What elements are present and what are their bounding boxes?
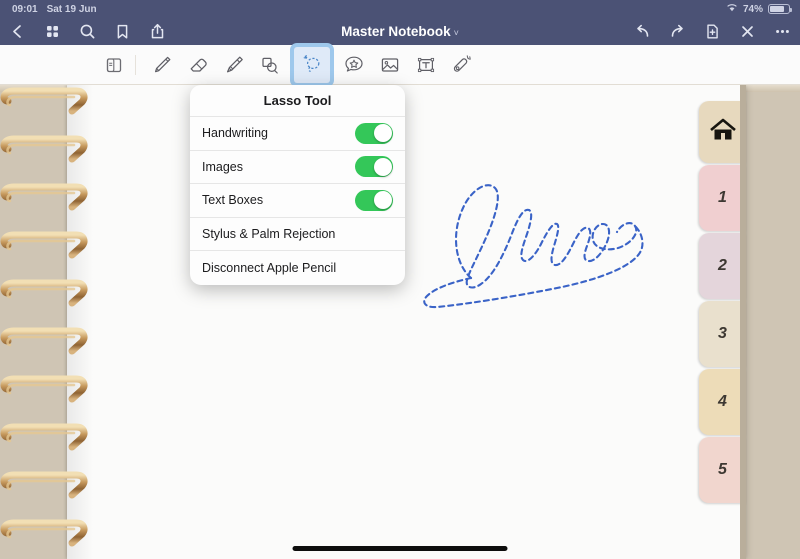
stylus-palm-rejection-row[interactable]: Stylus & Palm Rejection [190,218,405,251]
notebook-title-label: Master Notebook [341,24,451,39]
undo-icon[interactable] [633,22,652,41]
close-icon[interactable] [738,22,757,41]
lasso-images-toggle[interactable]: Images [190,151,405,184]
tool-group [96,46,480,83]
more-icon[interactable] [773,22,792,41]
eraser-tool[interactable] [180,47,216,83]
spiral-binding [0,85,96,559]
sticker-tool[interactable] [336,47,372,83]
battery-percent-label: 74% [742,3,763,15]
tab-3[interactable]: 3 [699,301,746,367]
page-view-tool[interactable] [96,47,136,83]
highlighter-tool[interactable] [216,47,252,83]
lasso-handwriting-toggle[interactable]: Handwriting [190,117,405,151]
row-label: Disconnect Apple Pencil [202,260,337,275]
row-label: Handwriting [202,126,269,141]
page-edge-strip [740,85,746,559]
popover-title: Lasso Tool [190,85,405,117]
row-label: Stylus & Palm Rejection [202,226,336,241]
battery-icon [768,4,792,14]
redo-icon[interactable] [668,22,687,41]
tab-4[interactable]: 4 [699,369,746,435]
status-date: Sat 19 Jun [46,3,97,15]
row-label: Images [202,159,243,174]
nav-left-group [8,22,167,41]
row-label: Text Boxes [202,193,264,208]
search-icon[interactable] [78,22,97,41]
back-chevron-icon[interactable] [8,22,27,41]
chevron-down-icon: ˅ [453,28,459,38]
nav-right-group [633,22,792,41]
lasso-tool-popover: Lasso Tool Handwriting Images Text Boxes… [190,85,405,285]
tab-label: 1 [718,189,727,206]
notebook-page[interactable]: 1 2 3 4 5 [67,85,746,559]
lasso-tool[interactable] [294,46,330,83]
tab-label: 4 [718,393,727,410]
top-navigation-bar: Master Notebook ˅ [0,18,800,45]
image-tool[interactable] [372,47,408,83]
shapes-tool[interactable] [252,47,288,83]
status-bar-right: 74% [726,3,792,15]
drawing-toolbar [0,45,800,118]
page-tab-strip: 1 2 3 4 5 [692,85,746,559]
tab-2[interactable]: 2 [699,233,746,299]
status-time: 09:01 [12,3,38,15]
bookmark-icon[interactable] [113,22,132,41]
status-bar: 09:01 Sat 19 Jun 74% [0,0,800,18]
lasso-text-boxes-toggle[interactable]: Text Boxes [190,184,405,218]
home-indicator[interactable] [292,546,508,551]
home-icon [708,117,738,148]
status-bar-left: 09:01 Sat 19 Jun [12,4,97,15]
laser-pointer-tool[interactable] [444,47,480,83]
tab-label: 2 [718,257,727,274]
tab-5[interactable]: 5 [699,437,746,503]
pen-tool[interactable] [144,47,180,83]
tab-label: 5 [718,461,727,478]
add-page-icon[interactable] [703,22,722,41]
text-box-tool[interactable] [408,47,444,83]
share-icon[interactable] [148,22,167,41]
lasso-selection-path[interactable] [407,160,687,310]
tab-label: 3 [718,325,727,342]
disconnect-apple-pencil-row[interactable]: Disconnect Apple Pencil [190,251,405,285]
text-boxes-switch[interactable] [355,189,393,211]
handwriting-switch[interactable] [355,122,393,144]
images-switch[interactable] [355,156,393,178]
tab-home[interactable] [699,101,746,163]
tab-1[interactable]: 1 [699,165,746,231]
grid-view-icon[interactable] [43,22,62,41]
wifi-icon [726,3,738,15]
